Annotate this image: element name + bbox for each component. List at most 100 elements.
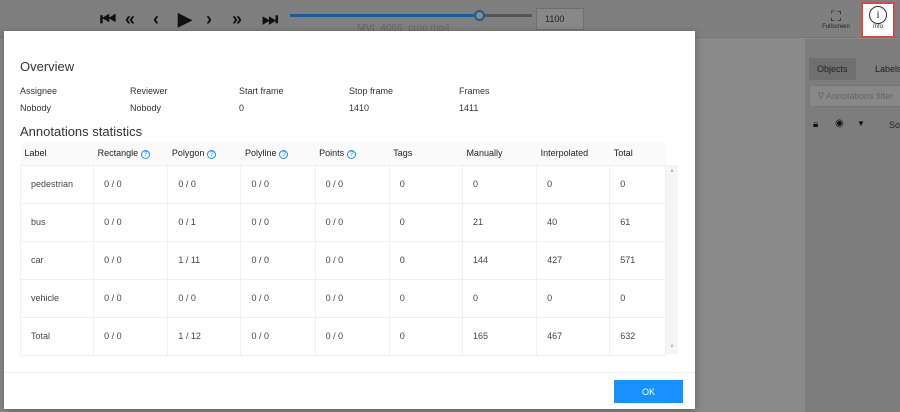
overview-label: Stop frame (349, 86, 394, 96)
column-header: Manually (462, 142, 537, 166)
column-header-label: Total (613, 148, 633, 159)
info-label: Info (872, 24, 883, 30)
column-header-label: Tags (393, 148, 413, 159)
overview-value: 0 (239, 103, 245, 113)
last-frame-button[interactable]: ⏭ (262, 9, 278, 29)
table-cell: 0 / 0 (93, 240, 169, 280)
stats-title: Annotations statistics (20, 124, 143, 139)
table-cell: 0 / 0 (314, 316, 390, 356)
table-cell: 0 / 0 (93, 316, 169, 356)
overview-value: 1411 (459, 103, 479, 113)
table-scrollbar[interactable]: ▲ ▼ (666, 165, 678, 354)
previous-frame-button[interactable]: ‹ (153, 9, 159, 29)
table-cell: 0 (461, 164, 538, 204)
filter-icon: ∇ (818, 91, 827, 101)
overview-item: Assignee Nobody (20, 86, 57, 113)
column-header: Polygon? (167, 142, 241, 166)
column-header: Points? (315, 142, 390, 166)
overview-value: Nobody (130, 103, 162, 113)
column-header-label: Manually (466, 148, 503, 159)
table-cell: 0 (388, 278, 463, 318)
table-cell: 0 / 0 (314, 164, 390, 204)
table-cell: 0 / 0 (93, 278, 169, 318)
column-header: Tags (389, 142, 463, 166)
table-cell: 0 / 0 (167, 278, 242, 318)
table-cell: vehicle (19, 278, 95, 318)
column-header: Label (20, 142, 94, 166)
table-row: Total 0 / 01 / 12 0 / 00 / 0 0 165 467 632 (19, 316, 666, 356)
table-cell: 0 / 0 (240, 278, 316, 318)
hide-icon[interactable]: ◉ (835, 118, 844, 129)
table-cell: 0 (609, 164, 666, 204)
column-header: Rectangle? (93, 142, 168, 166)
first-frame-button[interactable]: ⏮ (100, 9, 116, 29)
overview-value: 1410 (349, 103, 370, 113)
column-header: Interpolated (536, 142, 610, 166)
help-icon[interactable]: ? (141, 149, 151, 159)
table-cell: 0 (536, 278, 611, 318)
table-cell: 0 (388, 202, 463, 242)
lock-icon[interactable]: 🔒︎ (813, 119, 818, 130)
modal-footer-divider (4, 372, 695, 373)
table-row: pedestrian 0 / 00 / 00 / 00 / 00000 (19, 164, 666, 204)
backward-step-button[interactable]: « (125, 9, 135, 29)
table-cell: 0 / 0 (167, 164, 242, 204)
table-cell: 0 (609, 278, 666, 318)
overview-item: Start frame 0 (239, 86, 284, 113)
slider-handle[interactable] (473, 10, 485, 21)
column-header-label: Points (319, 147, 345, 158)
overview-item: Stop frame 1410 (349, 86, 393, 113)
frame-input[interactable]: 1100 (536, 8, 584, 30)
help-icon[interactable]: ? (347, 149, 357, 159)
table-cell: Total (19, 316, 95, 356)
table-cell: 0 / 0 (240, 316, 316, 356)
table-cell: 0 (388, 240, 463, 280)
column-header-label: Label (24, 148, 47, 159)
table-cell: 1 / 11 (167, 240, 242, 280)
column-header-label: Rectangle (97, 147, 139, 158)
table-cell: 0 (388, 316, 463, 356)
objects-sidebar: Objects Labels ∇ Annotations filter 🔒︎ ◉… (805, 39, 900, 412)
fullscreen-icon: ⛶ (831, 8, 841, 24)
table-cell: 165 (461, 316, 538, 356)
help-icon[interactable]: ? (207, 149, 217, 159)
table-cell: 0 (461, 278, 538, 318)
table-cell: car (19, 240, 95, 280)
table-cell: 61 (609, 202, 666, 242)
table-cell: 0 (388, 164, 463, 204)
table-cell: pedestrian (19, 164, 95, 204)
caret-down-icon[interactable]: ▼ (857, 119, 865, 128)
table-cell: 0 / 1 (167, 202, 242, 242)
table-cell: 21 (461, 202, 538, 242)
fullscreen-label: Fullscreen (822, 24, 850, 30)
frame-slider[interactable] (290, 10, 532, 21)
statistics-table: Label Rectangle? Polygon? Polyline? Points? T… (19, 142, 666, 356)
table-cell: 0 / 0 (314, 278, 390, 318)
table-cell: 0 / 0 (314, 202, 390, 242)
tab-objects[interactable]: Objects (809, 58, 856, 80)
info-modal: Overview Assignee Nobody Reviewer Nobody Sta… (4, 31, 695, 409)
play-button[interactable]: ▶ (178, 9, 192, 29)
fullscreen-button[interactable]: ⛶ Fullscreen (818, 8, 854, 30)
annotations-filter-input[interactable]: ∇ Annotations filter (809, 85, 900, 107)
table-cell: 467 (536, 316, 611, 356)
help-icon[interactable]: ? (279, 149, 289, 159)
overview-title: Overview (20, 59, 75, 74)
table-cell: 40 (536, 202, 611, 242)
table-cell: 0 / 0 (93, 164, 169, 204)
info-button[interactable]: i Info (861, 2, 895, 38)
table-cell: 0 (536, 164, 611, 204)
ok-button[interactable]: OK (614, 380, 683, 403)
overview-value: Nobody (20, 103, 52, 113)
tab-labels[interactable]: Labels (867, 58, 900, 80)
overview-label: Reviewer (130, 86, 168, 96)
table-cell: 0 / 0 (314, 240, 390, 280)
overview-item: Frames 1411 (459, 86, 490, 113)
column-header-label: Interpolated (540, 148, 589, 159)
sort-label: So (889, 120, 900, 130)
forward-step-button[interactable]: » (232, 9, 242, 29)
filter-placeholder: Annotations filter (826, 91, 894, 101)
table-cell: 1 / 12 (167, 316, 242, 356)
table-cell: 427 (536, 240, 611, 280)
next-frame-button[interactable]: › (206, 9, 212, 29)
